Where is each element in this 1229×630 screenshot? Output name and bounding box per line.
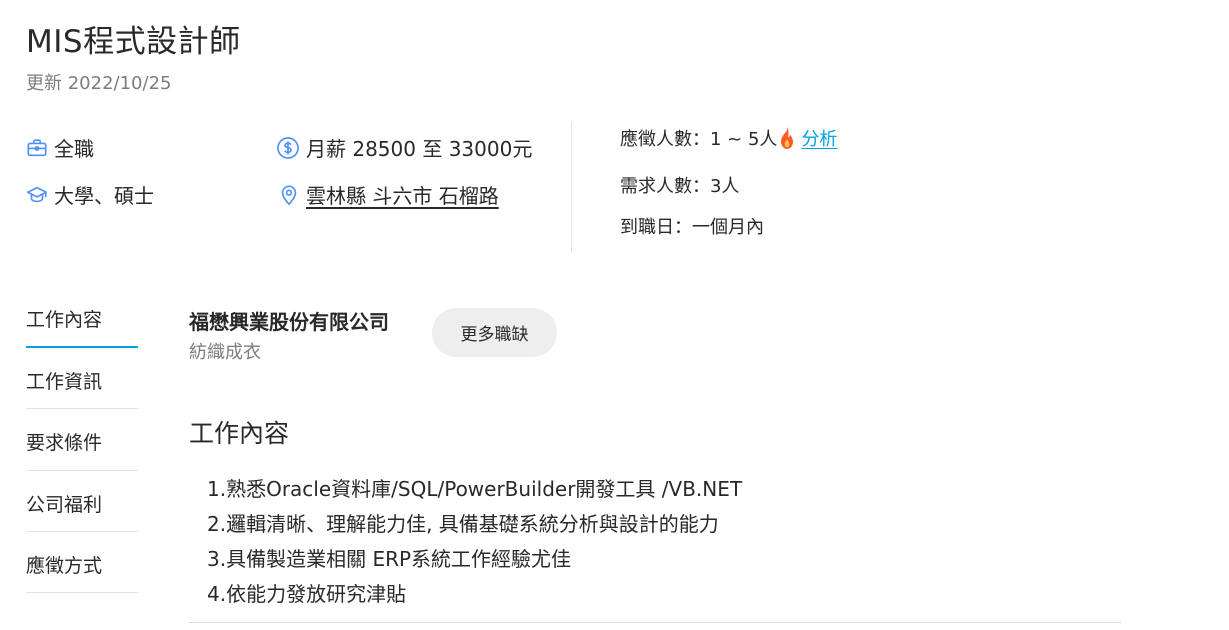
fire-icon bbox=[781, 127, 794, 149]
graduation-cap-icon bbox=[27, 186, 47, 202]
education: 大學、碩士 bbox=[26, 180, 154, 209]
updated-date: 更新 2022/10/25 bbox=[26, 73, 172, 94]
location[interactable]: 雲林縣 斗六市 石榴路 bbox=[278, 180, 499, 209]
job-type: 全職 bbox=[26, 133, 94, 162]
company-name[interactable]: 福懋興業股份有限公司 bbox=[189, 306, 389, 335]
nav-divider bbox=[26, 408, 138, 409]
dollar-circle-icon bbox=[277, 136, 299, 159]
analysis-link[interactable]: 分析 bbox=[801, 125, 837, 151]
description-line: 4.依能力發放研究津貼 bbox=[207, 582, 407, 606]
active-tab-indicator bbox=[26, 346, 138, 348]
description-line: 3.具備製造業相關 ERP系統工作經驗尤佳 bbox=[207, 547, 572, 571]
tab-how-to-apply[interactable]: 應徵方式 bbox=[26, 551, 138, 578]
description-line: 2.邏輯清晰、理解能力佳, 具備基礎系統分析與設計的能力 bbox=[207, 512, 719, 536]
location-link[interactable]: 雲林縣 斗六市 石榴路 bbox=[306, 180, 499, 209]
content-divider bbox=[189, 622, 1121, 623]
more-jobs-button[interactable]: 更多職缺 bbox=[432, 308, 557, 357]
salary-label: 月薪 28500 至 33000元 bbox=[306, 137, 533, 161]
salary: 月薪 28500 至 33000元 bbox=[276, 133, 532, 162]
tab-job-info[interactable]: 工作資訊 bbox=[26, 367, 138, 394]
job-type-label: 全職 bbox=[54, 137, 94, 161]
description-line: 1.熟悉Oracle資料庫/SQL/PowerBuilder開發工具 /VB.N… bbox=[207, 477, 743, 501]
tab-job-content[interactable]: 工作內容 bbox=[26, 305, 138, 332]
nav-divider bbox=[26, 470, 138, 471]
tab-requirements[interactable]: 要求條件 bbox=[26, 428, 138, 455]
briefcase-icon bbox=[27, 138, 47, 156]
tab-benefits[interactable]: 公司福利 bbox=[26, 490, 138, 517]
divider bbox=[571, 122, 572, 252]
applicants-label: 應徵人數：1 ~ 5人 bbox=[620, 129, 778, 150]
location-pin-icon bbox=[281, 184, 297, 205]
start-date-stat: 到職日：一個月內 bbox=[620, 217, 764, 238]
applicants-stat: 應徵人數：1 ~ 5人 分析 bbox=[620, 125, 837, 151]
headcount-stat: 需求人數：3人 bbox=[620, 176, 740, 197]
section-title: 工作內容 bbox=[189, 419, 290, 448]
company-industry: 紡織成衣 bbox=[189, 342, 261, 363]
education-label: 大學、碩士 bbox=[54, 184, 154, 208]
job-title: MIS程式設計師 bbox=[26, 24, 241, 60]
nav-divider bbox=[26, 531, 138, 532]
nav-divider bbox=[26, 592, 138, 593]
